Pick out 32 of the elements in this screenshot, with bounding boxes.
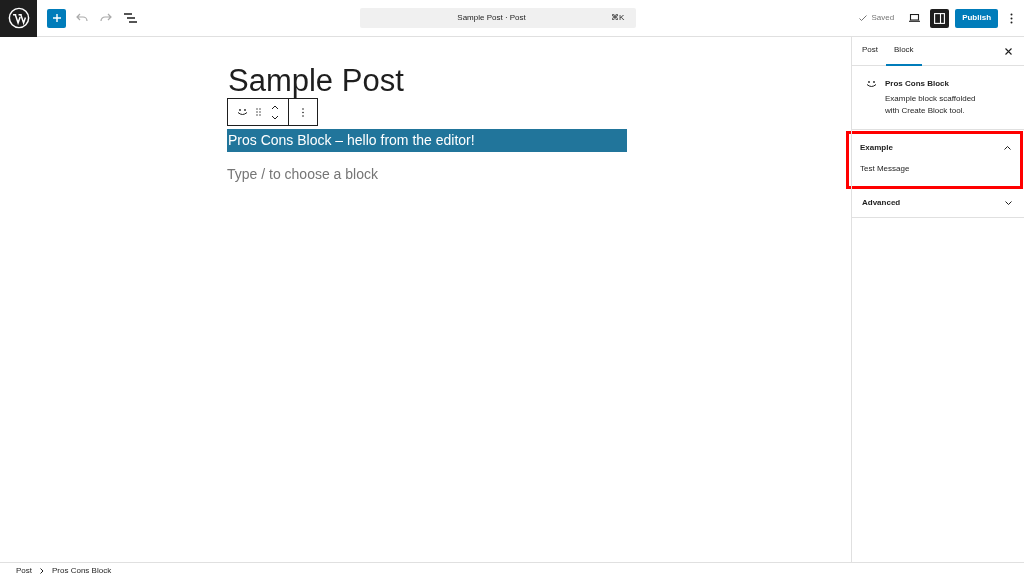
- block-placeholder[interactable]: Type / to choose a block: [227, 164, 627, 184]
- add-block-button[interactable]: [47, 8, 66, 28]
- block-description: Example block scaffolded with Create Block tool.: [885, 93, 977, 117]
- chevron-icon: [40, 567, 44, 574]
- publish-button[interactable]: Publish: [955, 8, 998, 28]
- selected-block[interactable]: Pros Cons Block – hello from the editor!: [227, 129, 627, 152]
- move-arrows-icon[interactable]: [271, 103, 279, 121]
- command-center[interactable]: Sample Post · Post ⌘K: [360, 8, 637, 28]
- list-view-icon[interactable]: [124, 13, 137, 23]
- panel-header[interactable]: Example: [849, 134, 1020, 162]
- plus-icon: [51, 13, 62, 23]
- sidebar-tab[interactable]: Block: [886, 36, 922, 66]
- wordpress-logo[interactable]: [0, 0, 37, 37]
- post-title[interactable]: Sample Post: [228, 65, 627, 97]
- breadcrumb-link[interactable]: Pros Cons Block: [52, 564, 112, 577]
- chevron-icon: [1005, 201, 1012, 205]
- sidebar-icon: [934, 12, 946, 24]
- save-status: Saved: [859, 12, 895, 24]
- smiley-icon: [866, 81, 877, 88]
- sidebar-toggle-button[interactable]: [930, 8, 950, 28]
- breadcrumb-link[interactable]: Post: [16, 564, 32, 577]
- block-title: Pros Cons Block: [885, 78, 950, 90]
- options-icon[interactable]: [1010, 12, 1013, 24]
- panel-header[interactable]: Advanced: [852, 189, 1024, 217]
- checkmark-icon: [859, 14, 868, 22]
- drag-handle-icon[interactable]: [256, 108, 261, 116]
- close-icon[interactable]: [1005, 47, 1012, 55]
- panel-text: Test Message: [859, 163, 911, 175]
- smiley-icon[interactable]: [237, 108, 248, 116]
- chevron-icon: [1004, 146, 1011, 150]
- sidebar-tab[interactable]: Post: [854, 36, 886, 66]
- desktop-preview-icon[interactable]: [909, 14, 921, 22]
